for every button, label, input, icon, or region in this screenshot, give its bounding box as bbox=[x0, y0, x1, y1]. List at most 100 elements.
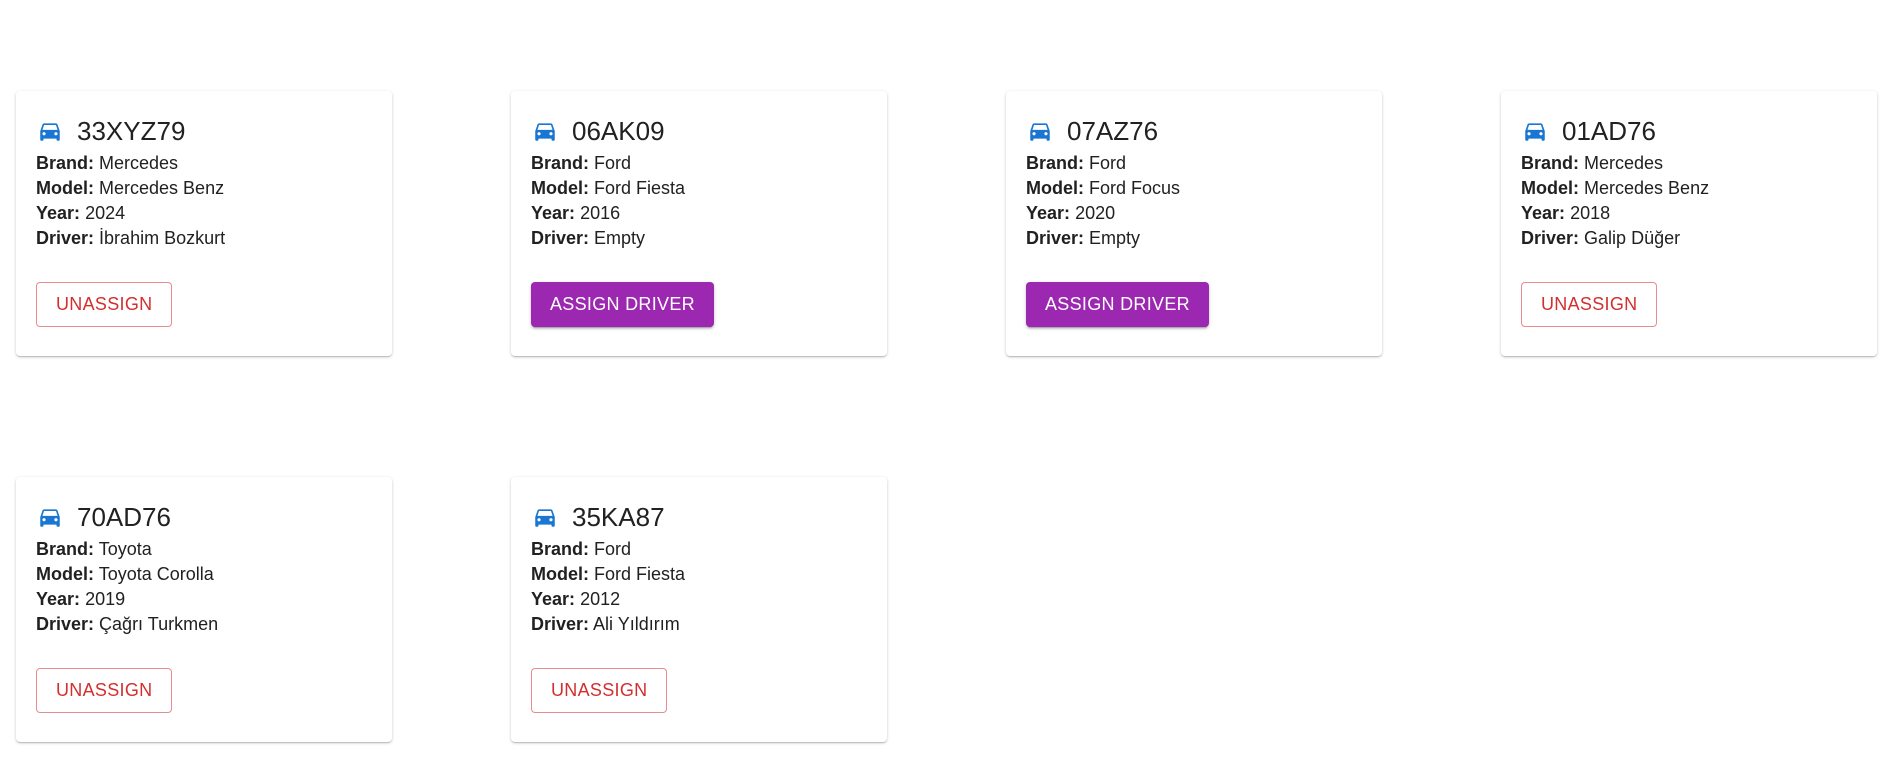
model-value: Toyota Corolla bbox=[98, 564, 214, 584]
year-value: 2019 bbox=[85, 589, 126, 609]
driver-label: Driver: bbox=[36, 228, 95, 248]
model-value: Ford Focus bbox=[1089, 178, 1181, 198]
car-icon bbox=[37, 504, 63, 530]
brand-row: Brand: Ford bbox=[531, 151, 867, 176]
year-row: Year: 2024 bbox=[36, 201, 372, 226]
unassign-button[interactable]: UNASSIGN bbox=[36, 668, 173, 713]
year-row: Year: 2020 bbox=[1026, 201, 1362, 226]
vehicle-card: 01AD76 Brand: Mercedes Model: Mercedes B… bbox=[1501, 91, 1877, 356]
brand-value: Ford bbox=[594, 153, 632, 173]
assign-driver-button[interactable]: ASSIGN DRIVER bbox=[531, 282, 714, 327]
model-value: Ford Fiesta bbox=[594, 564, 686, 584]
year-label: Year: bbox=[1521, 203, 1566, 223]
driver-value: İbrahim Bozkurt bbox=[99, 228, 226, 248]
brand-label: Brand: bbox=[1026, 153, 1084, 173]
unassign-button[interactable]: UNASSIGN bbox=[531, 668, 668, 713]
year-row: Year: 2012 bbox=[531, 587, 867, 612]
model-label: Model: bbox=[531, 564, 589, 584]
model-row: Model: Ford Fiesta bbox=[531, 176, 867, 201]
brand-row: Brand: Mercedes bbox=[1521, 151, 1857, 176]
brand-value: Toyota bbox=[98, 539, 152, 559]
brand-value: Mercedes bbox=[99, 153, 179, 173]
vehicle-info: Brand: Mercedes Model: Mercedes Benz Yea… bbox=[36, 151, 372, 251]
year-label: Year: bbox=[1026, 203, 1071, 223]
driver-row: Driver: Ali Yıldırım bbox=[531, 612, 867, 637]
model-row: Model: Mercedes Benz bbox=[1521, 176, 1857, 201]
assign-driver-button[interactable]: ASSIGN DRIVER bbox=[1026, 282, 1209, 327]
driver-label: Driver: bbox=[531, 228, 590, 248]
brand-row: Brand: Mercedes bbox=[36, 151, 372, 176]
vehicle-info: Brand: Ford Model: Ford Focus Year: 2020… bbox=[1026, 151, 1362, 251]
model-label: Model: bbox=[36, 564, 94, 584]
model-value: Mercedes Benz bbox=[99, 178, 225, 198]
model-row: Model: Ford Fiesta bbox=[531, 562, 867, 587]
year-value: 2016 bbox=[580, 203, 621, 223]
unassign-button[interactable]: UNASSIGN bbox=[1521, 282, 1658, 327]
year-value: 2018 bbox=[1570, 203, 1611, 223]
vehicle-card: 70AD76 Brand: Toyota Model: Toyota Corol… bbox=[16, 477, 392, 742]
year-row: Year: 2018 bbox=[1521, 201, 1857, 226]
brand-row: Brand: Toyota bbox=[36, 537, 372, 562]
driver-value: Empty bbox=[1089, 228, 1141, 248]
vehicle-grid: 33XYZ79 Brand: Mercedes Model: Mercedes … bbox=[16, 91, 1877, 742]
year-label: Year: bbox=[36, 203, 81, 223]
year-row: Year: 2016 bbox=[531, 201, 867, 226]
year-label: Year: bbox=[531, 203, 576, 223]
vehicle-plate: 35KA87 bbox=[572, 502, 665, 532]
model-row: Model: Toyota Corolla bbox=[36, 562, 372, 587]
brand-label: Brand: bbox=[531, 539, 589, 559]
model-label: Model: bbox=[1521, 178, 1579, 198]
model-row: Model: Mercedes Benz bbox=[36, 176, 372, 201]
car-icon bbox=[37, 118, 63, 144]
card-header: 07AZ76 bbox=[1026, 111, 1362, 151]
driver-value: Ali Yıldırım bbox=[593, 614, 680, 634]
model-value: Mercedes Benz bbox=[1584, 178, 1710, 198]
driver-label: Driver: bbox=[1026, 228, 1085, 248]
brand-value: Ford bbox=[1089, 153, 1127, 173]
year-value: 2012 bbox=[580, 589, 621, 609]
driver-row: Driver: Çağrı Turkmen bbox=[36, 612, 372, 637]
year-row: Year: 2019 bbox=[36, 587, 372, 612]
car-icon bbox=[532, 504, 558, 530]
vehicle-info: Brand: Ford Model: Ford Fiesta Year: 201… bbox=[531, 537, 867, 637]
card-header: 70AD76 bbox=[36, 497, 372, 537]
vehicle-card: 06AK09 Brand: Ford Model: Ford Fiesta Ye… bbox=[511, 91, 887, 356]
card-header: 35KA87 bbox=[531, 497, 867, 537]
vehicle-card: 35KA87 Brand: Ford Model: Ford Fiesta Ye… bbox=[511, 477, 887, 742]
brand-label: Brand: bbox=[36, 153, 94, 173]
model-row: Model: Ford Focus bbox=[1026, 176, 1362, 201]
driver-value: Empty bbox=[594, 228, 646, 248]
driver-row: Driver: Galip Düğer bbox=[1521, 226, 1857, 251]
model-label: Model: bbox=[36, 178, 94, 198]
card-header: 06AK09 bbox=[531, 111, 867, 151]
brand-label: Brand: bbox=[1521, 153, 1579, 173]
driver-row: Driver: İbrahim Bozkurt bbox=[36, 226, 372, 251]
model-label: Model: bbox=[1026, 178, 1084, 198]
car-icon bbox=[532, 118, 558, 144]
car-icon bbox=[1027, 118, 1053, 144]
driver-value: Çağrı Turkmen bbox=[99, 614, 219, 634]
card-header: 33XYZ79 bbox=[36, 111, 372, 151]
unassign-button[interactable]: UNASSIGN bbox=[36, 282, 173, 327]
year-label: Year: bbox=[36, 589, 81, 609]
vehicle-card: 07AZ76 Brand: Ford Model: Ford Focus Yea… bbox=[1006, 91, 1382, 356]
brand-row: Brand: Ford bbox=[1026, 151, 1362, 176]
brand-row: Brand: Ford bbox=[531, 537, 867, 562]
car-icon bbox=[1522, 118, 1548, 144]
vehicle-info: Brand: Mercedes Model: Mercedes Benz Yea… bbox=[1521, 151, 1857, 251]
vehicle-info: Brand: Toyota Model: Toyota Corolla Year… bbox=[36, 537, 372, 637]
vehicle-info: Brand: Ford Model: Ford Fiesta Year: 201… bbox=[531, 151, 867, 251]
driver-label: Driver: bbox=[531, 614, 590, 634]
year-label: Year: bbox=[531, 589, 576, 609]
brand-value: Mercedes bbox=[1584, 153, 1664, 173]
model-value: Ford Fiesta bbox=[594, 178, 686, 198]
driver-label: Driver: bbox=[36, 614, 95, 634]
vehicle-plate: 01AD76 bbox=[1562, 116, 1656, 146]
year-value: 2024 bbox=[85, 203, 126, 223]
vehicle-plate: 33XYZ79 bbox=[77, 116, 186, 146]
brand-value: Ford bbox=[594, 539, 632, 559]
driver-row: Driver: Empty bbox=[531, 226, 867, 251]
driver-value: Galip Düğer bbox=[1584, 228, 1681, 248]
vehicle-plate: 06AK09 bbox=[572, 116, 665, 146]
driver-row: Driver: Empty bbox=[1026, 226, 1362, 251]
